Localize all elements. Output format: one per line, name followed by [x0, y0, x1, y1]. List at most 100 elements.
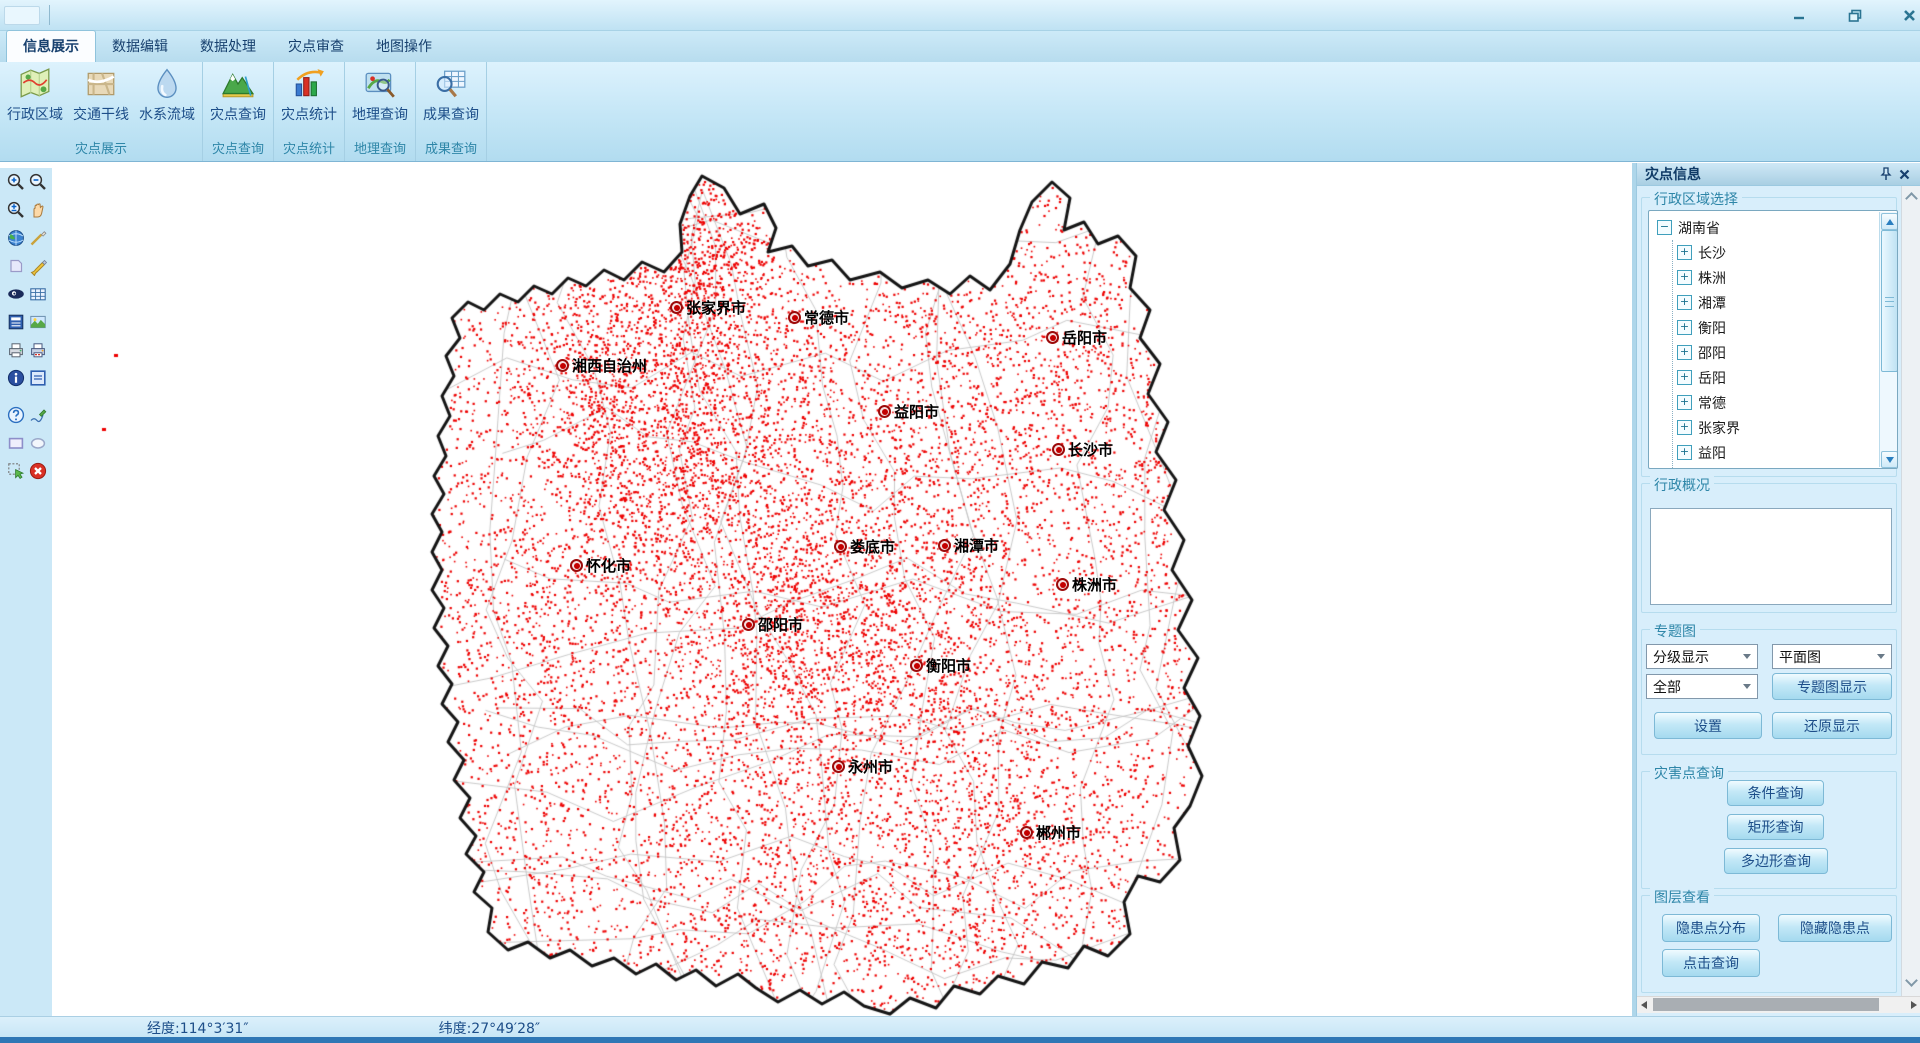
tree-item[interactable]: +湘潭 — [1677, 290, 1897, 315]
tree-item[interactable]: +益阳 — [1677, 440, 1897, 465]
expand-icon[interactable]: + — [1677, 395, 1692, 410]
settings-button[interactable]: 设置 — [1654, 712, 1762, 739]
bar-chart-button[interactable]: 灾点统计 — [276, 65, 342, 124]
restore-display-button[interactable]: 还原显示 — [1772, 712, 1892, 739]
grid-table-button[interactable] — [28, 284, 48, 304]
titlebar-separator — [49, 5, 50, 25]
grid-table-icon — [28, 289, 48, 308]
chevron-left-icon — [1641, 1001, 1647, 1009]
select-polygon-button[interactable] — [6, 461, 26, 481]
measure-line-button[interactable] — [28, 228, 48, 248]
collapse-icon[interactable]: − — [1657, 220, 1672, 235]
region-map-button[interactable]: 行政区域 — [2, 65, 68, 124]
tree-item-label: 郴州 — [1698, 468, 1726, 470]
tree-item-label: 株洲 — [1698, 268, 1726, 288]
expand-icon[interactable]: + — [1677, 345, 1692, 360]
image-view-button[interactable] — [28, 312, 48, 332]
tab-item[interactable]: 地图操作 — [360, 31, 448, 62]
minimize-button[interactable] — [1786, 5, 1812, 25]
map-canvas[interactable] — [52, 168, 1632, 1016]
close-button[interactable] — [1896, 5, 1920, 25]
tree-scroll-down-button[interactable] — [1881, 451, 1898, 468]
table-search-button[interactable]: 成果查询 — [418, 65, 484, 124]
zoom-extent-button[interactable] — [6, 200, 26, 220]
expand-icon[interactable]: + — [1677, 320, 1692, 335]
delete-x-button[interactable] — [28, 461, 48, 481]
ribbon-button-label: 成果查询 — [423, 104, 479, 124]
thematic-scope-select[interactable]: 全部 — [1646, 674, 1758, 699]
panel-vertical-scrollbar[interactable] — [1901, 186, 1920, 996]
hscroll-thumb[interactable] — [1653, 998, 1879, 1011]
print-color-button[interactable] — [28, 340, 48, 360]
tree-scrollbar[interactable] — [1879, 212, 1897, 467]
expand-icon[interactable]: + — [1677, 295, 1692, 310]
hazard-distribution-button[interactable]: 隐患点分布 — [1662, 914, 1760, 942]
eye-button[interactable] — [6, 284, 26, 304]
overview-textbox[interactable] — [1650, 508, 1892, 605]
paint-brush-button[interactable] — [28, 256, 48, 276]
title-bar — [0, 0, 1920, 31]
tree-item[interactable]: +常德 — [1677, 390, 1897, 415]
tree-item[interactable]: +郴州 — [1677, 465, 1897, 469]
tree-item[interactable]: + 株洲 — [1677, 265, 1897, 290]
help-button[interactable] — [6, 405, 26, 425]
window-view-icon — [28, 373, 48, 392]
zoom-out-icon — [28, 177, 48, 196]
map-search-button[interactable]: 地理查询 — [347, 65, 413, 124]
ribbon-group-label: 灾点统计 — [276, 137, 342, 161]
draw-ellipse-button[interactable] — [28, 433, 48, 453]
click-query-button[interactable]: 点击查询 — [1662, 949, 1760, 977]
tree-scroll-thumb[interactable] — [1881, 230, 1898, 372]
legend-window-button[interactable] — [6, 312, 26, 332]
polygon-query-button[interactable]: 多边形查询 — [1724, 848, 1828, 874]
window-view-button[interactable] — [28, 368, 48, 388]
tab-item[interactable]: 数据处理 — [184, 31, 272, 62]
expand-icon[interactable]: + — [1677, 245, 1692, 260]
tab-item[interactable]: 灾点审查 — [272, 31, 360, 62]
region-select-group: 行政区域选择 −湖南省+长沙+株洲+湘潭+衡阳+邵阳+岳阳+常德+张家界+益阳+… — [1641, 197, 1897, 477]
tab-item[interactable]: 信息展示 — [6, 30, 96, 62]
quick-access-button[interactable] — [4, 6, 40, 25]
road-map-button[interactable]: 交通干线 — [68, 65, 134, 124]
restore-button[interactable] — [1842, 5, 1868, 25]
thematic-style-select[interactable]: 平面图 — [1772, 644, 1892, 669]
tree-item-root[interactable]: −湖南省 — [1657, 215, 1897, 240]
tree-item[interactable]: +邵阳 — [1677, 340, 1897, 365]
clip-shape-button[interactable] — [6, 256, 26, 276]
expand-icon[interactable]: + — [1677, 445, 1692, 460]
tab-item[interactable]: 数据编辑 — [96, 31, 184, 62]
thematic-type-select[interactable]: 分级显示 — [1646, 644, 1758, 669]
panel-horizontal-scrollbar[interactable] — [1637, 996, 1920, 1013]
tree-item-label: 衡阳 — [1698, 318, 1726, 338]
tree-item[interactable]: +岳阳 — [1677, 365, 1897, 390]
rectangle-query-button[interactable]: 矩形查询 — [1727, 814, 1824, 840]
sketch-line-icon — [28, 410, 48, 429]
water-drop-button[interactable]: 水系流域 — [134, 65, 200, 124]
tree-scroll-up-button[interactable] — [1881, 213, 1898, 230]
zoom-out-button[interactable] — [28, 172, 48, 192]
thematic-show-button[interactable]: 专题图显示 — [1772, 673, 1892, 700]
expand-icon[interactable]: + — [1677, 370, 1692, 385]
zoom-in-button[interactable] — [6, 172, 26, 192]
hide-hazard-button[interactable]: 隐藏隐患点 — [1778, 914, 1892, 942]
zoom-extent-icon — [6, 205, 26, 224]
info-button[interactable] — [6, 368, 26, 388]
pin-button[interactable] — [1877, 166, 1895, 182]
panel-close-button[interactable] — [1895, 166, 1913, 182]
expand-icon[interactable]: + — [1677, 270, 1692, 285]
tree-item[interactable]: +张家界 — [1677, 415, 1897, 440]
road-map-icon — [84, 67, 118, 101]
tree-children: +长沙+株洲+湘潭+衡阳+邵阳+岳阳+常德+张家界+益阳+郴州 — [1672, 240, 1897, 469]
expand-icon[interactable]: + — [1677, 420, 1692, 435]
printer-button[interactable] — [6, 340, 26, 360]
tree-item[interactable]: + 衡阳 — [1677, 315, 1897, 340]
condition-query-button[interactable]: 条件查询 — [1727, 780, 1824, 806]
draw-rectangle-button[interactable] — [6, 433, 26, 453]
pan-hand-button[interactable] — [28, 200, 48, 220]
tree-item[interactable]: +长沙 — [1677, 240, 1897, 265]
globe-button[interactable] — [6, 228, 26, 248]
sketch-line-button[interactable] — [28, 405, 48, 425]
ribbon-group: 地理查询地理查询 — [345, 62, 416, 161]
mountain-button[interactable]: 灾点查询 — [205, 65, 271, 124]
clip-shape-icon — [6, 261, 26, 280]
